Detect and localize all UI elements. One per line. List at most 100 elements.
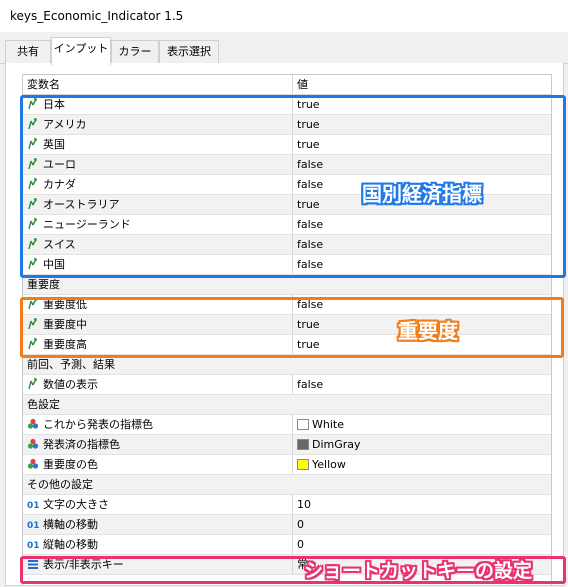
integer-param-icon: 01 [27,541,40,551]
param-label: 発表済の指標色 [43,438,120,451]
param-value[interactable]: false [293,235,551,254]
param-value[interactable]: false [293,295,551,314]
importance-annotation: 重要度 [398,319,458,343]
param-label: 重要度中 [43,318,87,331]
param-name: 重要度中 [23,315,293,334]
param-label: 横軸の移動 [43,518,98,531]
bool-param-icon [28,218,37,230]
param-label: 表示/非表示キー [43,558,124,571]
param-label: 英国 [43,138,65,151]
palette-icon [27,418,39,429]
shortcut-annotation: ショートカットキーの設定 [304,560,533,582]
param-label: これから発表の指標色 [43,418,153,431]
param-row-switzerland[interactable]: スイス false [23,235,551,255]
param-name: カナダ [23,175,293,194]
param-value[interactable]: true [293,135,551,154]
param-name: アメリカ [23,115,293,134]
countries-annotation: 国別経済指標 [362,182,482,206]
param-label: ユーロ [43,158,76,171]
param-value[interactable]: true [293,95,551,114]
group-label: 色設定 [27,398,60,411]
param-value[interactable]: 0 [293,535,551,554]
bool-param-icon [28,318,37,330]
tab-label: カラー [118,45,152,58]
param-name: 日本 [23,95,293,114]
group-colors: 色設定 [23,395,551,415]
param-row-japan[interactable]: 日本 true [23,95,551,115]
param-value[interactable]: true [293,115,551,134]
grid-header: 変数名 値 [23,75,551,95]
param-name: 発表済の指標色 [23,435,293,454]
param-row-show-values[interactable]: 数値の表示 false [23,375,551,395]
param-value[interactable]: false [293,155,551,174]
param-value[interactable]: Yellow [293,455,551,474]
param-row-new-zealand[interactable]: ニュージーランド false [23,215,551,235]
param-label: スイス [43,238,76,251]
integer-param-icon: 01 [27,521,40,531]
group-importance: 重要度 [23,275,551,295]
param-row-importance-color[interactable]: 重要度の色 Yellow [23,455,551,475]
param-value[interactable]: 10 [293,495,551,514]
bool-param-icon [28,238,37,250]
bool-param-icon [28,198,37,210]
param-row-china[interactable]: 中国 false [23,255,551,275]
param-row-importance-mid[interactable]: 重要度中 true [23,315,551,335]
param-row-upcoming-color[interactable]: これから発表の指標色 White [23,415,551,435]
param-label: 日本 [43,98,65,111]
param-name: 重要度の色 [23,455,293,474]
bool-param-icon [28,98,37,110]
param-label: 縦軸の移動 [43,538,98,551]
param-name: 重要度高 [23,335,293,354]
param-name: ユーロ [23,155,293,174]
param-row-x-shift[interactable]: 01 横軸の移動 0 [23,515,551,535]
group-label: 前回、予測、結果 [27,358,115,371]
param-name: ニュージーランド [23,215,293,234]
param-value[interactable]: false [293,375,551,394]
tab-visualization[interactable]: 表示選択 [159,40,219,63]
param-row-usa[interactable]: アメリカ true [23,115,551,135]
param-row-uk[interactable]: 英国 true [23,135,551,155]
param-name: 01 文字の大きさ [23,495,293,514]
group-other: その他の設定 [23,475,551,495]
param-row-euro[interactable]: ユーロ false [23,155,551,175]
tab-inputs[interactable]: インプット [51,37,111,65]
tab-colors[interactable]: カラー [111,40,159,63]
param-name: 数値の表示 [23,375,293,394]
param-row-importance-low[interactable]: 重要度低 false [23,295,551,315]
param-label: 重要度の色 [43,458,98,471]
param-value[interactable]: 0 [293,515,551,534]
tab-label: インプット [53,42,109,55]
bool-param-icon [28,118,37,130]
param-label: アメリカ [43,118,87,131]
bool-param-icon [28,158,37,170]
param-row-released-color[interactable]: 発表済の指標色 DimGray [23,435,551,455]
bool-param-icon [28,298,37,310]
palette-icon [27,438,39,449]
param-value[interactable]: DimGray [293,435,551,454]
param-name: 01 横軸の移動 [23,515,293,534]
param-value[interactable]: false [293,215,551,234]
tab-label: 共有 [17,45,39,58]
parameters-grid: 変数名 値 日本 true アメリカ true 英国 true ユーロ fals… [22,74,552,585]
param-value[interactable]: White [293,415,551,434]
color-swatch [297,419,309,430]
param-row-y-shift[interactable]: 01 縦軸の移動 0 [23,535,551,555]
color-name: Yellow [312,458,346,471]
param-label: 重要度低 [43,298,87,311]
bool-param-icon [28,338,37,350]
param-row-font-size[interactable]: 01 文字の大きさ 10 [23,495,551,515]
tab-common[interactable]: 共有 [5,40,51,63]
color-swatch [297,439,309,450]
palette-icon [27,458,39,469]
header-value: 値 [297,78,308,91]
param-label: 中国 [43,258,65,271]
param-value[interactable]: false [293,255,551,274]
param-label: 文字の大きさ [43,498,109,511]
param-row-importance-high[interactable]: 重要度高 true [23,335,551,355]
param-label: カナダ [43,178,76,191]
param-name: 重要度低 [23,295,293,314]
param-name: これから発表の指標色 [23,415,293,434]
param-label: ニュージーランド [43,218,131,231]
param-name: 01 縦軸の移動 [23,535,293,554]
title-bar: keys_Economic_Indicator 1.5 [0,0,568,32]
